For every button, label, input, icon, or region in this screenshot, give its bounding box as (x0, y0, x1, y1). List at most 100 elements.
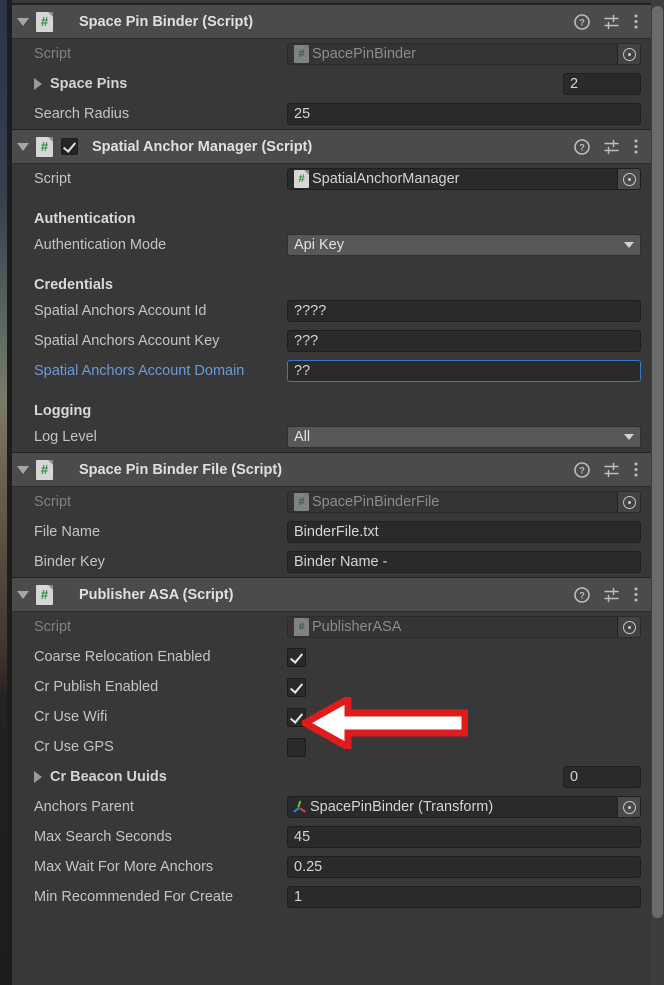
property-row: Authentication Mode Api Key (12, 230, 651, 260)
field-value: 0 (570, 769, 579, 785)
chevron-down-icon[interactable] (624, 242, 634, 248)
component-foldout-toggle[interactable] (12, 5, 34, 38)
array-size-input[interactable]: 2 (563, 73, 641, 95)
property-checkbox[interactable] (287, 677, 306, 697)
row-spacer (12, 386, 651, 396)
property-label: Spatial Anchors Account Id (34, 303, 207, 319)
text-input[interactable]: ?? (287, 360, 641, 382)
property-label: Log Level (34, 429, 97, 445)
transform-reference-field[interactable]: SpacePinBinder (Transform) (287, 796, 641, 818)
text-input[interactable]: 1 (287, 886, 641, 908)
component-foldout-toggle[interactable] (12, 130, 34, 163)
more-menu-icon[interactable] (633, 586, 639, 603)
object-reference-field[interactable]: # SpacePinBinder (287, 43, 641, 65)
array-size-input[interactable]: 0 (563, 766, 641, 788)
component-foldout-toggle[interactable] (12, 578, 34, 611)
scrollbar-thumb[interactable] (652, 6, 663, 918)
property-row: Space Pins 2 (12, 69, 651, 99)
check-icon (289, 649, 304, 664)
preset-icon[interactable] (603, 139, 620, 155)
field-value: BinderFile.txt (294, 524, 379, 540)
object-reference-field[interactable]: # SpacePinBinderFile (287, 491, 641, 513)
more-menu-icon[interactable] (633, 13, 639, 30)
help-icon[interactable]: ? (574, 461, 590, 478)
component-body: Script # SpacePinBinderFile File Name Bi… (12, 487, 651, 577)
text-input[interactable]: ???? (287, 300, 641, 322)
property-label-foldout[interactable]: Cr Beacon Uuids (34, 769, 287, 785)
text-input[interactable]: 45 (287, 826, 641, 848)
component-enable-checkbox[interactable] (61, 138, 78, 155)
inspector-window: # Space Pin Binder (Script) ? Script # S… (0, 0, 664, 985)
chevron-down-icon[interactable] (17, 142, 29, 151)
property-row: Script # SpacePinBinderFile (12, 487, 651, 517)
object-picker-icon[interactable] (617, 797, 640, 817)
property-row: Max Search Seconds 45 (12, 822, 651, 852)
property-label-foldout[interactable]: Space Pins (34, 76, 287, 92)
object-reference-value: SpacePinBinder (312, 46, 416, 62)
property-row: Script # PublisherASA (12, 612, 651, 642)
dropdown-select[interactable]: All (287, 426, 641, 448)
more-menu-icon[interactable] (633, 461, 639, 478)
vertical-scrollbar[interactable] (651, 0, 664, 985)
field-value: ???? (294, 303, 327, 319)
component-foldout-toggle[interactable] (12, 453, 34, 486)
property-checkbox[interactable] (287, 737, 306, 757)
property-row: Spatial Anchors Account Domain ?? (12, 356, 651, 386)
property-row: Spatial Anchors Account Key ??? (12, 326, 651, 356)
object-picker-icon[interactable] (617, 492, 640, 512)
dropdown-select[interactable]: Api Key (287, 234, 641, 256)
svg-text:?: ? (579, 590, 585, 601)
property-label: Cr Use GPS (34, 739, 114, 755)
panel-left-border (7, 0, 12, 985)
chevron-down-icon[interactable] (17, 17, 29, 26)
text-input[interactable]: Binder Name - (287, 551, 641, 573)
field-value: 1 (294, 889, 303, 905)
property-row: Script # SpatialAnchorManager (12, 164, 651, 194)
preset-icon[interactable] (603, 14, 620, 30)
object-picker-icon[interactable] (617, 617, 640, 637)
text-input[interactable]: 25 (287, 103, 641, 125)
preset-icon[interactable] (603, 587, 620, 603)
csharp-script-icon: # (294, 45, 309, 63)
property-label: Script (34, 619, 72, 635)
inspector-panel: # Space Pin Binder (Script) ? Script # S… (12, 0, 651, 985)
chevron-right-icon[interactable] (34, 771, 42, 783)
check-icon (289, 709, 304, 724)
property-label: Max Search Seconds (34, 829, 172, 845)
object-reference-field[interactable]: # PublisherASA (287, 616, 641, 638)
chevron-down-icon[interactable] (17, 590, 29, 599)
property-checkbox[interactable] (287, 647, 306, 667)
property-row: Script # SpacePinBinder (12, 39, 651, 69)
component-header[interactable]: # Space Pin Binder (Script) ? (12, 4, 651, 39)
object-reference-value: SpacePinBinderFile (312, 494, 440, 510)
group-heading: Logging (34, 403, 92, 419)
property-checkbox[interactable] (287, 707, 306, 727)
component-header[interactable]: # Space Pin Binder File (Script) ? (12, 452, 651, 487)
preset-icon[interactable] (603, 462, 620, 478)
object-reference-field[interactable]: # SpatialAnchorManager (287, 168, 641, 190)
chevron-down-icon[interactable] (17, 465, 29, 474)
object-picker-icon[interactable] (617, 44, 640, 64)
text-input[interactable]: BinderFile.txt (287, 521, 641, 543)
csharp-script-icon: # (36, 11, 53, 32)
component-title: Space Pin Binder File (Script) (79, 461, 283, 478)
component-title: Publisher ASA (Script) (79, 586, 234, 603)
property-row: Cr Publish Enabled (12, 672, 651, 702)
object-picker-icon[interactable] (617, 169, 640, 189)
object-reference-value: SpacePinBinder (Transform) (310, 799, 494, 815)
help-icon[interactable]: ? (574, 13, 590, 30)
text-input[interactable]: 0.25 (287, 856, 641, 878)
help-icon[interactable]: ? (574, 138, 590, 155)
property-row: File Name BinderFile.txt (12, 517, 651, 547)
component-header[interactable]: # Spatial Anchor Manager (Script) ? (12, 129, 651, 164)
help-icon[interactable]: ? (574, 586, 590, 603)
property-label: Space Pins (50, 76, 128, 92)
field-value: ??? (294, 333, 319, 349)
chevron-down-icon[interactable] (624, 434, 634, 440)
chevron-right-icon[interactable] (34, 78, 42, 90)
text-input[interactable]: ??? (287, 330, 641, 352)
property-label: Cr Beacon Uuids (50, 769, 167, 785)
more-menu-icon[interactable] (633, 138, 639, 155)
component-header[interactable]: # Publisher ASA (Script) ? (12, 577, 651, 612)
field-value: 0.25 (294, 859, 323, 875)
